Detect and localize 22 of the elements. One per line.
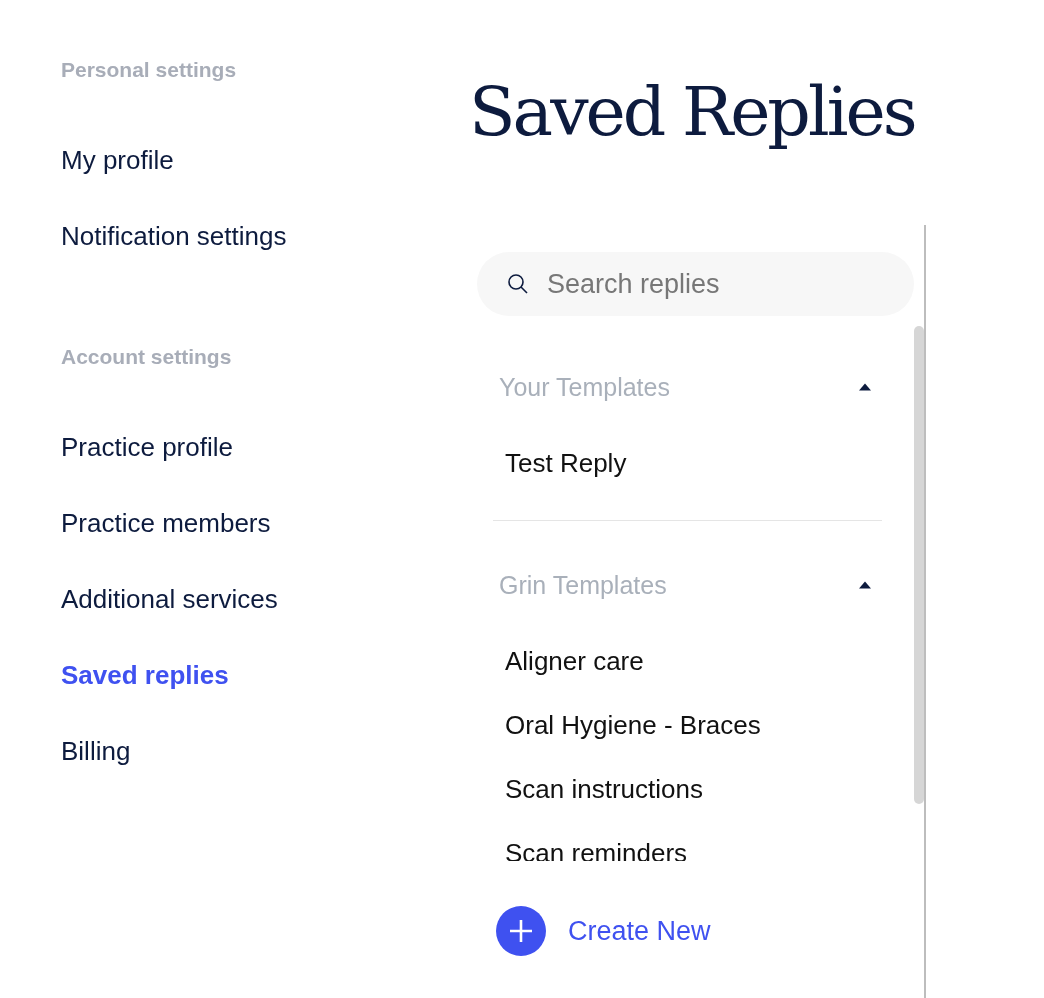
- group-title: Grin Templates: [499, 570, 667, 600]
- template-item[interactable]: Aligner care: [493, 644, 882, 678]
- caret-icon[interactable]: [858, 581, 872, 589]
- section-heading: Account settings: [61, 345, 232, 370]
- sidebar-item[interactable]: Practice profile: [61, 430, 233, 464]
- plus-icon: [496, 906, 546, 956]
- sidebar-item[interactable]: Notification settings: [61, 219, 287, 253]
- scrollbar-thumb[interactable]: [914, 326, 924, 804]
- sidebar-item[interactable]: Additional services: [61, 582, 278, 616]
- template-item[interactable]: Oral Hygiene - Braces: [493, 708, 882, 742]
- template-item[interactable]: Scan instructions: [493, 772, 882, 806]
- page-title: Saved Replies: [469, 71, 916, 153]
- section-heading: Personal settings: [61, 58, 237, 83]
- sidebar-item[interactable]: Saved replies: [61, 658, 229, 692]
- create-new-button[interactable]: Create New: [496, 906, 711, 956]
- caret-icon[interactable]: [858, 383, 872, 391]
- search-field[interactable]: Search replies: [477, 252, 914, 316]
- sidebar-item[interactable]: Billing: [61, 734, 131, 768]
- group-title: Your Templates: [499, 372, 670, 402]
- template-item[interactable]: Test Reply: [493, 446, 882, 480]
- sidebar-item[interactable]: My profile: [61, 143, 174, 177]
- sidebar-item[interactable]: Practice members: [61, 506, 271, 540]
